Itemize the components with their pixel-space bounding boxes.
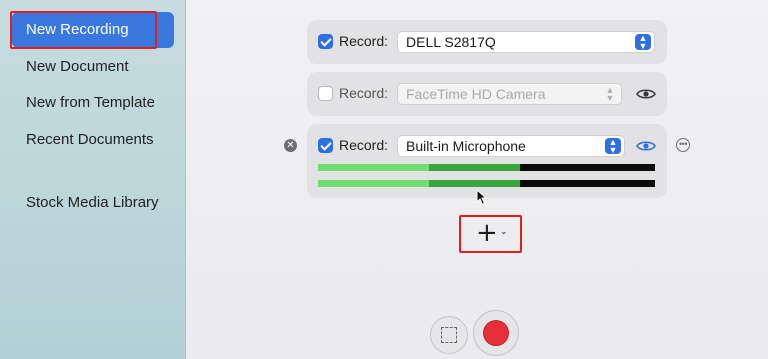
sidebar-item-new-recording[interactable]: New Recording — [12, 12, 174, 48]
sidebar-item-label: Stock Media Library — [26, 194, 159, 211]
audio-level-meter-right — [318, 180, 655, 187]
microphone-device-select[interactable]: Built-in Microphone ▲ ▼ — [397, 135, 625, 157]
selected-device: Built-in Microphone — [406, 138, 526, 154]
sidebar-item-new-document[interactable]: New Document — [12, 49, 174, 85]
eye-icon[interactable] — [636, 87, 656, 101]
sidebar-item-label: Recent Documents — [26, 131, 154, 148]
select-area-button[interactable] — [430, 316, 468, 354]
select-arrows-icon: ▲ ▼ — [635, 34, 651, 51]
screen-device-select[interactable]: DELL S2817Q ▲ ▼ — [397, 31, 655, 53]
record-label: Record: — [339, 33, 389, 49]
record-label: Record: — [339, 85, 389, 101]
source-row-screen: Record: DELL S2817Q ▲ ▼ — [307, 20, 667, 64]
camera-device-select[interactable]: FaceTime HD Camera ▲ ▼ — [397, 83, 622, 105]
remove-icon[interactable]: ✕ — [284, 139, 297, 152]
mouse-cursor-icon — [476, 189, 488, 206]
source-row-microphone: Record: Built-in Microphone ▲ ▼ — [307, 124, 667, 198]
record-button[interactable] — [473, 310, 519, 356]
selected-device: DELL S2817Q — [406, 34, 496, 50]
more-options-icon[interactable]: ••• — [676, 138, 690, 152]
select-area-icon — [441, 327, 457, 343]
sidebar-item-label: New Recording — [26, 21, 129, 38]
plus-icon: + — [476, 218, 498, 248]
sidebar-item-label: New from Template — [26, 94, 155, 111]
sidebar-item-recent-documents[interactable]: Recent Documents — [12, 122, 174, 158]
add-source-button[interactable]: + ⌄ — [459, 215, 519, 251]
level-low — [318, 164, 430, 171]
record-screen-checkbox[interactable] — [318, 34, 333, 49]
select-arrows-icon: ▲ ▼ — [605, 138, 621, 155]
record-microphone-checkbox[interactable] — [318, 138, 333, 153]
sidebar-item-new-from-template[interactable]: New from Template — [12, 85, 174, 121]
audio-level-meter-left — [318, 164, 655, 171]
level-mid — [429, 180, 521, 187]
level-mid — [429, 164, 521, 171]
record-icon — [483, 320, 509, 346]
sidebar-item-label: New Document — [26, 58, 129, 75]
record-camera-checkbox[interactable] — [318, 86, 333, 101]
sidebar-item-stock-media-library[interactable]: Stock Media Library — [12, 185, 174, 221]
source-row-camera: Record: FaceTime HD Camera ▲ ▼ — [307, 72, 667, 116]
level-low — [318, 180, 430, 187]
chevron-down-icon: ⌄ — [500, 226, 508, 236]
eye-icon[interactable] — [636, 139, 656, 153]
selected-device: FaceTime HD Camera — [406, 86, 546, 102]
record-label: Record: — [339, 137, 389, 153]
sidebar: New Recording New Document New from Temp… — [0, 0, 186, 359]
recording-setup-area: Record: DELL S2817Q ▲ ▼ Record: FaceTime … — [186, 0, 768, 359]
select-arrows-icon: ▲ ▼ — [605, 85, 615, 103]
